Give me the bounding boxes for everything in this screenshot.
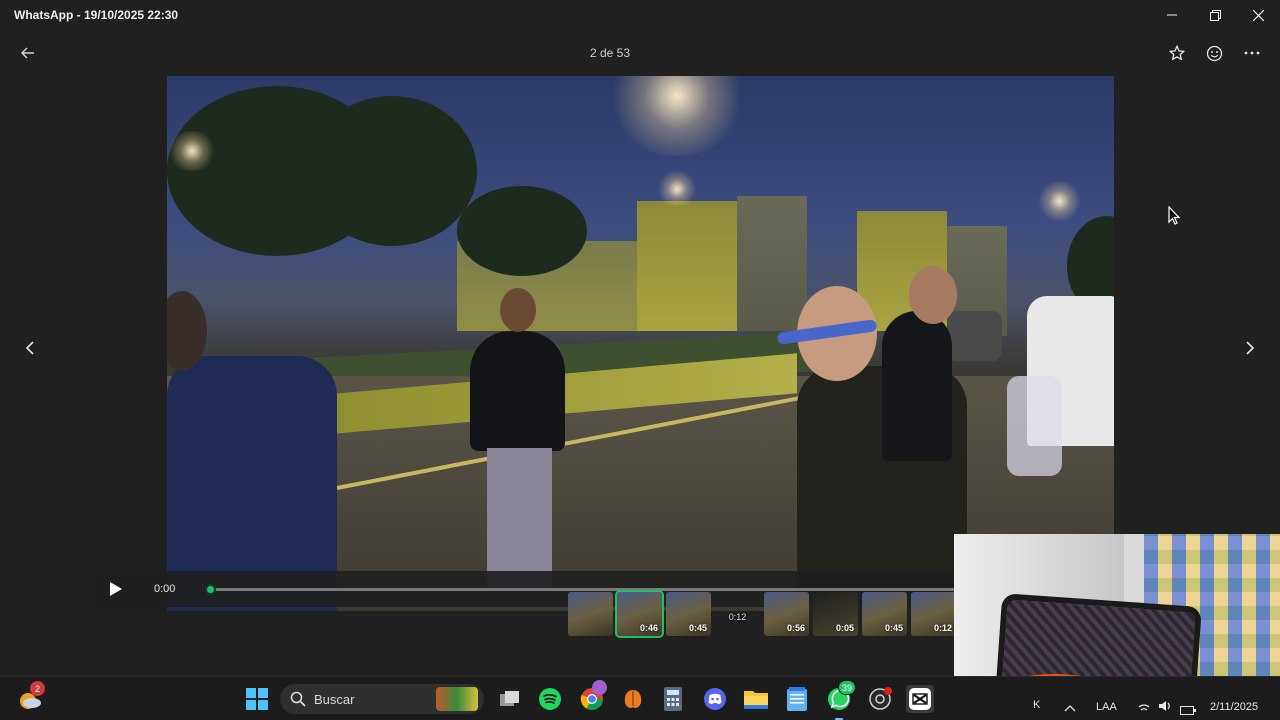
- capcut-app[interactable]: [906, 685, 934, 713]
- react-button[interactable]: [1200, 40, 1228, 66]
- close-icon: [1252, 9, 1264, 21]
- record-icon: [869, 687, 892, 710]
- seek-bar[interactable]: [210, 588, 955, 591]
- weather-badge: 2: [30, 681, 45, 696]
- chrome-app[interactable]: [578, 680, 607, 713]
- volume-icon[interactable]: [1158, 699, 1172, 717]
- tree: [457, 186, 587, 276]
- notepad-icon: [787, 687, 807, 711]
- chevron-up-icon[interactable]: [1064, 699, 1076, 717]
- start-button[interactable]: [243, 685, 271, 713]
- tray-keyboard-letter: K: [1033, 699, 1041, 711]
- obs-app[interactable]: [866, 685, 894, 713]
- network-icon[interactable]: [1138, 701, 1150, 719]
- restore-button[interactable]: [1193, 0, 1237, 30]
- spotify-app[interactable]: [536, 685, 564, 713]
- thumbnail[interactable]: 0:12: [911, 592, 956, 636]
- plastic-bag: [1007, 376, 1062, 476]
- search-placeholder: Buscar: [314, 692, 355, 707]
- person-head: [909, 266, 957, 324]
- tray-language[interactable]: LAA: [1096, 701, 1117, 713]
- current-time: 0:00: [154, 583, 176, 595]
- more-options-button[interactable]: [1238, 40, 1266, 66]
- search-box[interactable]: Buscar: [280, 684, 484, 714]
- media-counter: 2 de 53: [589, 46, 631, 60]
- back-button[interactable]: [14, 40, 42, 66]
- windows-icon: [246, 688, 268, 710]
- minimize-button[interactable]: [1150, 0, 1194, 30]
- person-back: [882, 311, 952, 461]
- capcut-icon: [909, 688, 931, 710]
- star-button[interactable]: [1163, 40, 1191, 66]
- thumbnail[interactable]: 0:05: [813, 592, 858, 636]
- search-highlight-image: [436, 687, 478, 711]
- title-bar: WhatsApp - 19/10/2025 22:30: [0, 0, 1280, 30]
- play-icon: [110, 582, 122, 596]
- thumbnail-selected[interactable]: 0:46: [615, 590, 664, 638]
- fruit-icon: [624, 690, 642, 708]
- thumbnail[interactable]: 0:12: [715, 592, 760, 636]
- restore-icon: [1209, 9, 1221, 21]
- task-view-icon: [500, 691, 519, 706]
- building: [737, 196, 807, 331]
- thumbnail[interactable]: [568, 592, 613, 636]
- thumbnail[interactable]: 0:56: [764, 592, 809, 636]
- whatsapp-badge: 39: [838, 680, 857, 695]
- star-icon: [1169, 45, 1185, 61]
- close-button[interactable]: [1236, 0, 1280, 30]
- more-icon: [1244, 51, 1260, 55]
- person-head: [500, 288, 536, 332]
- discord-app[interactable]: [701, 685, 729, 713]
- taskbar: 2 Buscar 39 K LAA 2/11/2025: [0, 676, 1280, 720]
- video-frame[interactable]: [167, 76, 1114, 611]
- person-center: [470, 331, 565, 451]
- chrome-profile-badge: [592, 680, 607, 695]
- folder-icon: [744, 691, 768, 709]
- back-arrow-icon: [21, 47, 34, 59]
- thumbnail[interactable]: 0:45: [666, 592, 711, 636]
- search-icon: [290, 691, 306, 707]
- whatsapp-app[interactable]: 39: [825, 680, 857, 720]
- weather-widget[interactable]: 2: [16, 681, 45, 713]
- street-light-glow: [167, 131, 217, 171]
- calculator-icon: [664, 687, 682, 711]
- spotify-icon: [539, 688, 561, 710]
- seek-handle[interactable]: [205, 584, 216, 595]
- fl-studio-app[interactable]: [619, 685, 647, 713]
- chevron-right-icon: [1246, 341, 1255, 355]
- mouse-cursor: [1168, 205, 1181, 231]
- street-light-glow: [607, 76, 747, 156]
- play-button[interactable]: [105, 579, 127, 599]
- calculator-app[interactable]: [659, 685, 687, 713]
- thumbnail-strip: 0:46 0:45 0:12 0:56 0:05 0:45 0:12: [568, 590, 956, 638]
- car: [947, 311, 1002, 361]
- tree: [307, 96, 477, 246]
- person-pants: [487, 448, 552, 588]
- street-light-glow: [657, 171, 697, 207]
- next-button[interactable]: [1238, 336, 1262, 360]
- smiley-icon: [1206, 45, 1222, 61]
- thumbnail[interactable]: 0:45: [862, 592, 907, 636]
- building: [637, 201, 737, 331]
- discord-icon: [704, 688, 726, 710]
- previous-button[interactable]: [18, 336, 42, 360]
- battery-icon[interactable]: [1180, 702, 1196, 720]
- task-view-button[interactable]: [496, 685, 524, 713]
- file-explorer-app[interactable]: [742, 685, 770, 713]
- chevron-left-icon: [25, 341, 34, 355]
- notepad-app[interactable]: [783, 685, 811, 713]
- window-title: WhatsApp - 19/10/2025 22:30: [14, 8, 179, 22]
- street-light-glow: [1037, 181, 1082, 221]
- tray-date[interactable]: 2/11/2025: [1210, 701, 1258, 713]
- minimize-icon: [1167, 14, 1177, 16]
